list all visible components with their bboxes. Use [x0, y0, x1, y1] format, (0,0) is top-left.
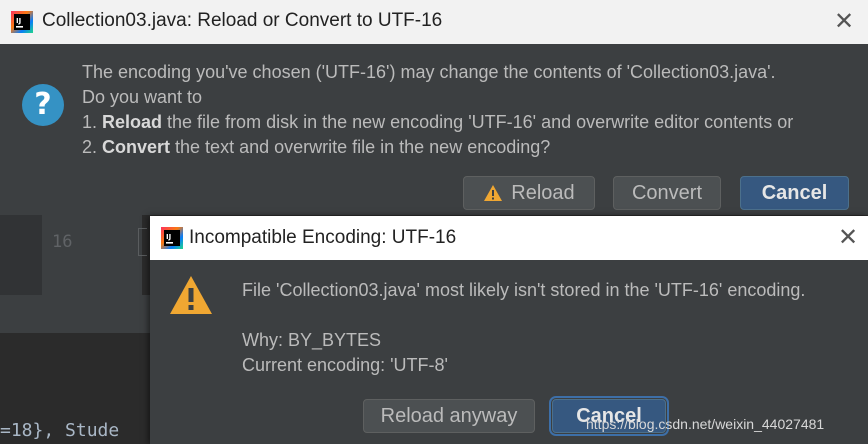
dialog-title: Incompatible Encoding: UTF-16 — [189, 227, 457, 248]
dialog-title: Collection03.java: Reload or Convert to … — [42, 10, 443, 31]
reload-convert-dialog: IJ Collection03.java: Reload or Convert … — [0, 0, 868, 215]
warning-icon — [483, 180, 503, 212]
reload-anyway-button-label: Reload anyway — [380, 405, 518, 427]
option-number: 2. — [82, 137, 103, 157]
cancel-button[interactable]: Cancel — [740, 176, 849, 210]
message-line: File 'Collection03.java' most likely isn… — [242, 280, 806, 300]
dialog-titlebar: IJ Incompatible Encoding: UTF-16 ✕ — [150, 216, 868, 260]
intellij-logo-icon: IJ — [11, 11, 33, 37]
warning-icon — [168, 274, 214, 320]
dialog-titlebar: IJ Collection03.java: Reload or Convert … — [0, 0, 868, 44]
option-description: the file from disk in the new encoding '… — [162, 112, 794, 132]
editor-gutter — [0, 215, 42, 295]
option-number: 1. — [82, 112, 103, 132]
convert-button[interactable]: Convert — [613, 176, 721, 210]
incompatible-encoding-dialog: IJ Incompatible Encoding: UTF-16 ✕ File … — [150, 216, 868, 444]
close-icon[interactable]: ✕ — [832, 8, 856, 34]
line-number: 16 — [52, 232, 73, 252]
message-line: The encoding you've chosen ('UTF-16') ma… — [82, 62, 776, 82]
close-icon[interactable]: ✕ — [836, 224, 860, 250]
reload-button[interactable]: Reload — [463, 176, 595, 210]
cancel-button-label: Cancel — [761, 182, 828, 204]
editor-fold-marker — [138, 228, 147, 256]
option-convert-text: 2. Convert the text and overwrite file i… — [82, 137, 550, 158]
reload-button-label: Reload — [511, 182, 575, 204]
svg-text:IJ: IJ — [166, 233, 171, 241]
option-keyword: Reload — [102, 112, 163, 132]
svg-text:IJ: IJ — [16, 17, 21, 25]
message-line: Do you want to — [82, 87, 203, 107]
reload-anyway-button[interactable]: Reload anyway — [363, 399, 535, 433]
line-number-gutter — [42, 215, 142, 295]
console-output: =18}, Stude — [0, 420, 120, 441]
why-text: Why: BY_BYTES — [242, 330, 382, 350]
intellij-logo-icon: IJ — [161, 227, 183, 253]
option-description: the text and overwrite file in the new e… — [170, 137, 551, 157]
convert-button-label: Convert — [631, 182, 703, 204]
question-icon: ? — [22, 84, 64, 126]
option-reload-text: 1. Reload the file from disk in the new … — [82, 112, 793, 133]
watermark-text: https://blog.csdn.net/weixin_44027481 — [586, 416, 825, 432]
option-keyword: Convert — [102, 137, 171, 157]
current-encoding-text: Current encoding: 'UTF-8' — [242, 355, 448, 375]
